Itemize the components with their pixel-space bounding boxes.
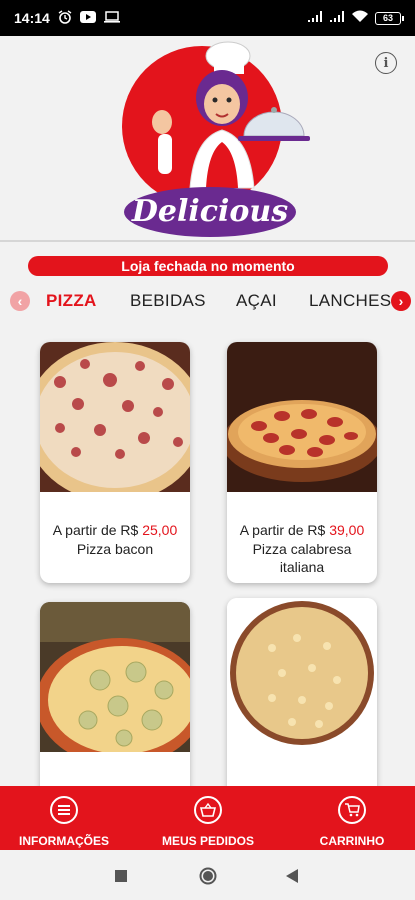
product-name: Pizza calabresa italiana [252,541,352,575]
status-time: 14:14 [14,10,50,26]
bottom-nav: INFORMAÇÕES MEUS PEDIDOS CARRINHO [0,786,415,850]
product-card[interactable]: A partir de R$ 39,00 Pizza calabresa ita… [227,342,377,583]
tab-lanches[interactable]: LANCHES [309,291,391,311]
product-name: Pizza bacon [76,541,154,557]
nav-label: MEUS PEDIDOS [162,834,255,848]
product-card[interactable] [227,598,377,786]
status-bar: 14:14 63 [0,0,415,36]
product-image [227,342,377,492]
product-image [227,598,377,748]
recent-apps-icon[interactable] [115,869,127,887]
chevron-left-icon[interactable]: ‹ [10,291,30,311]
product-name [40,782,190,784]
laptop-icon [103,10,120,26]
nav-carrinho[interactable]: CARRINHO [320,786,384,850]
nav-meus-pedidos[interactable]: MEUS PEDIDOS [162,786,255,850]
product-price: A partir de R$ 25,00 [52,522,178,538]
product-image [40,602,190,766]
menu-icon [50,796,78,824]
logo-text: Delicious [131,194,288,229]
signal-icon-2 [329,10,345,26]
product-image [40,342,190,502]
battery-icon: 63 [375,11,404,25]
product-price: A partir de R$ 39,00 [239,522,365,538]
signal-icon [307,10,323,26]
store-closed-banner: Loja fechada no momento [28,256,388,276]
product-name [227,778,377,780]
back-icon[interactable] [286,869,298,888]
category-tabs: ‹ PIZZA BEBIDAS AÇAI LANCHES › [0,286,415,320]
tab-bebidas[interactable]: BEBIDAS [130,291,206,311]
store-header: Delicious i [0,36,415,242]
youtube-icon [79,10,96,26]
wifi-icon [351,10,369,26]
basket-icon [194,796,222,824]
chevron-right-icon[interactable]: › [391,291,411,311]
info-icon[interactable]: i [375,52,397,74]
alarm-icon [58,9,72,27]
cart-icon [338,796,366,824]
product-card[interactable] [40,602,190,786]
tab-acai[interactable]: AÇAI [236,291,277,311]
nav-informacoes[interactable]: INFORMAÇÕES [19,786,109,850]
system-nav-bar [0,850,415,900]
product-grid: A partir de R$ 25,00 Pizza bacon A parti… [0,336,415,786]
tab-pizza[interactable]: PIZZA [46,291,97,311]
nav-label: INFORMAÇÕES [19,834,109,848]
home-icon[interactable] [199,867,217,890]
nav-label: CARRINHO [319,834,385,848]
store-logo: Delicious [122,41,310,237]
product-card[interactable]: A partir de R$ 25,00 Pizza bacon [40,342,190,583]
